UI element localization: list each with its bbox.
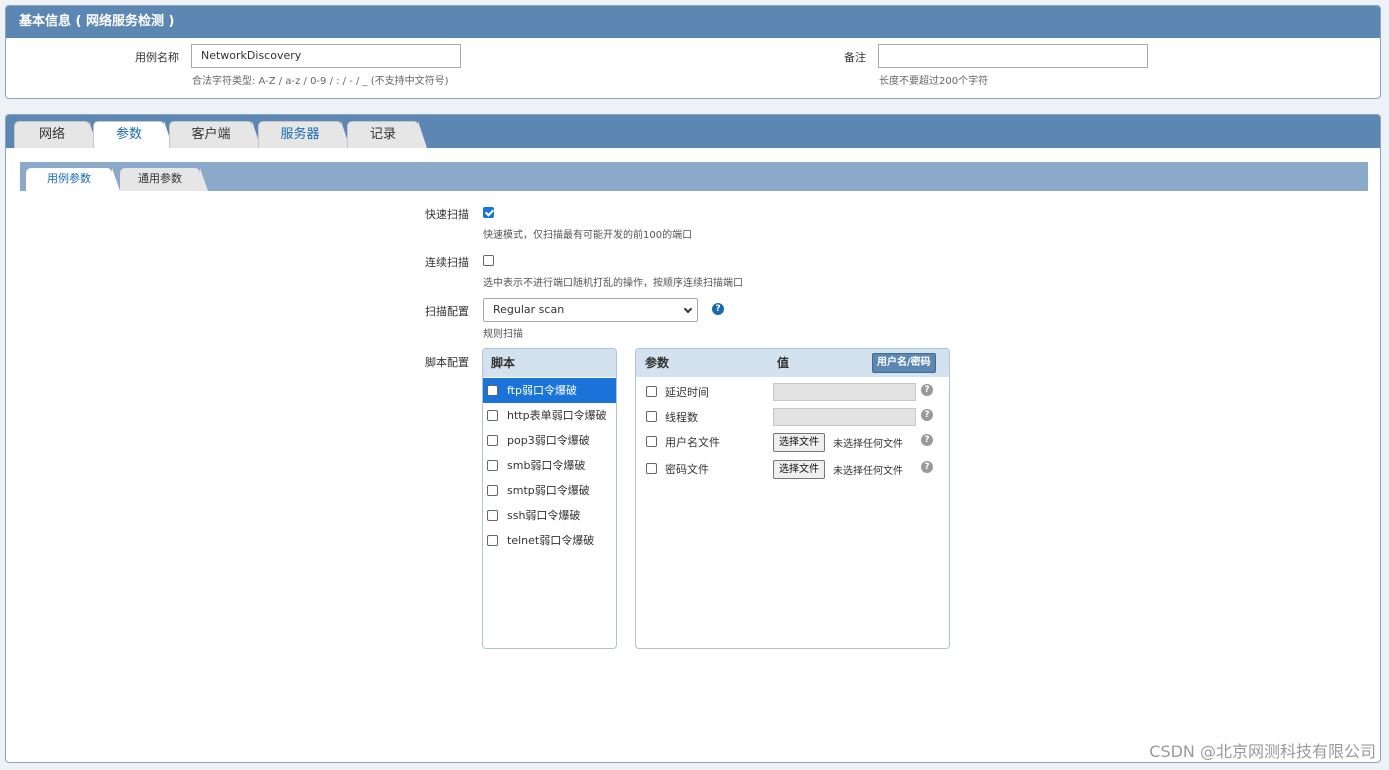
param-label-delay: 延迟时间 <box>665 386 709 399</box>
script-checkbox[interactable] <box>487 485 498 496</box>
help-icon[interactable]: ? <box>921 384 933 396</box>
param-checkbox[interactable] <box>646 436 657 447</box>
username-file-button[interactable]: 选择文件 <box>773 433 825 452</box>
subtab-general-params[interactable]: 通用参数 <box>120 168 208 191</box>
help-icon[interactable]: ? <box>712 303 724 315</box>
fast-scan-hint: 快速模式，仅扫描最有可能开发的前100的端口 <box>483 230 693 241</box>
script-item[interactable]: pop3弱口令爆破 <box>483 428 616 453</box>
fast-scan-label: 快速扫描 <box>425 208 469 221</box>
script-list-header: 脚本 <box>483 349 616 377</box>
script-list-box: 脚本 ftp弱口令爆破 http表单弱口令爆破 pop3弱口令爆破 smb弱口令… <box>482 348 617 649</box>
scan-config-select[interactable]: Regular scan <box>483 298 698 322</box>
basic-info-panel: 基本信息 ( 网络服务检测 ) 用例名称 NetworkDiscovery 合法… <box>5 5 1381 99</box>
remark-hint: 长度不要超过200个字符 <box>879 76 989 87</box>
username-file-text: 未选择任何文件 <box>833 439 903 450</box>
case-name-input[interactable]: NetworkDiscovery <box>191 44 461 68</box>
scan-config-hint: 规则扫描 <box>483 329 523 340</box>
tab-records[interactable]: 记录 <box>347 121 427 148</box>
main-panel: 网络 参数 客户端 服务器 记录 用例参数 通用参数 快速扫描 快速模式，仅扫描… <box>5 114 1381 763</box>
script-checkbox[interactable] <box>487 385 498 396</box>
tab-server[interactable]: 服务器 <box>258 121 350 148</box>
param-label-password-file: 密码文件 <box>665 463 709 476</box>
script-checkbox[interactable] <box>487 510 498 521</box>
tab-params[interactable]: 参数 <box>93 121 173 148</box>
scan-config-label: 扫描配置 <box>425 305 469 318</box>
script-item-label: telnet弱口令爆破 <box>507 534 595 547</box>
script-params-header: 参数 值 用户名/密码 <box>636 349 949 377</box>
param-column-header: 参数 <box>645 356 670 370</box>
script-item[interactable]: http表单弱口令爆破 <box>483 403 616 428</box>
script-item[interactable]: ftp弱口令爆破 <box>483 378 616 403</box>
continuous-scan-hint: 选中表示不进行端口随机打乱的操作，按顺序连续扫描端口 <box>483 278 743 289</box>
param-label-threads: 线程数 <box>665 411 698 424</box>
chevron-down-icon <box>683 304 693 314</box>
remark-label: 备注 <box>844 51 866 64</box>
password-file-text: 未选择任何文件 <box>833 466 903 477</box>
script-item-label: pop3弱口令爆破 <box>507 434 590 447</box>
script-item-label: ssh弱口令爆破 <box>507 509 581 522</box>
script-checkbox[interactable] <box>487 535 498 546</box>
user-pass-button[interactable]: 用户名/密码 <box>872 353 936 373</box>
script-config-label: 脚本配置 <box>425 356 469 369</box>
script-item-label: smb弱口令爆破 <box>507 459 586 472</box>
watermark: CSDN @北京网测科技有限公司 <box>1149 742 1376 761</box>
case-name-label: 用例名称 <box>135 51 179 64</box>
subtab-case-params[interactable]: 用例参数 <box>26 168 120 191</box>
case-name-hint: 合法字符类型: A-Z / a-z / 0-9 / : / - / _ (不支持… <box>192 76 449 87</box>
continuous-scan-checkbox[interactable] <box>483 255 494 266</box>
script-item-label: ftp弱口令爆破 <box>507 384 577 397</box>
delay-input <box>773 383 916 401</box>
script-item[interactable]: telnet弱口令爆破 <box>483 528 616 553</box>
script-params-box: 参数 值 用户名/密码 延迟时间 ? 线程数 ? 用户名文件 选择文件 未选择任… <box>635 348 950 649</box>
tab-client[interactable]: 客户端 <box>169 121 261 148</box>
fast-scan-checkbox[interactable] <box>483 207 494 218</box>
tab-network[interactable]: 网络 <box>14 121 98 148</box>
script-item-label: smtp弱口令爆破 <box>507 484 590 497</box>
basic-info-title: 基本信息 ( 网络服务检测 ) <box>6 6 1380 38</box>
main-tab-bar: 网络 参数 客户端 服务器 记录 <box>6 115 1380 148</box>
param-checkbox[interactable] <box>646 386 657 397</box>
script-checkbox[interactable] <box>487 410 498 421</box>
script-item[interactable]: smb弱口令爆破 <box>483 453 616 478</box>
continuous-scan-label: 连续扫描 <box>425 256 469 269</box>
threads-input <box>773 408 916 426</box>
param-label-username-file: 用户名文件 <box>665 436 720 449</box>
script-item[interactable]: smtp弱口令爆破 <box>483 478 616 503</box>
scan-config-value: Regular scan <box>493 303 565 316</box>
script-checkbox[interactable] <box>487 460 498 471</box>
param-checkbox[interactable] <box>646 463 657 474</box>
script-item[interactable]: ssh弱口令爆破 <box>483 503 616 528</box>
value-column-header: 值 <box>777 356 790 370</box>
password-file-button[interactable]: 选择文件 <box>773 460 825 479</box>
remark-input[interactable] <box>878 44 1148 68</box>
script-item-label: http表单弱口令爆破 <box>507 409 607 422</box>
sub-tab-bar: 用例参数 通用参数 <box>20 162 1368 191</box>
script-checkbox[interactable] <box>487 435 498 446</box>
help-icon[interactable]: ? <box>921 461 933 473</box>
param-checkbox[interactable] <box>646 411 657 422</box>
help-icon[interactable]: ? <box>921 434 933 446</box>
help-icon[interactable]: ? <box>921 409 933 421</box>
